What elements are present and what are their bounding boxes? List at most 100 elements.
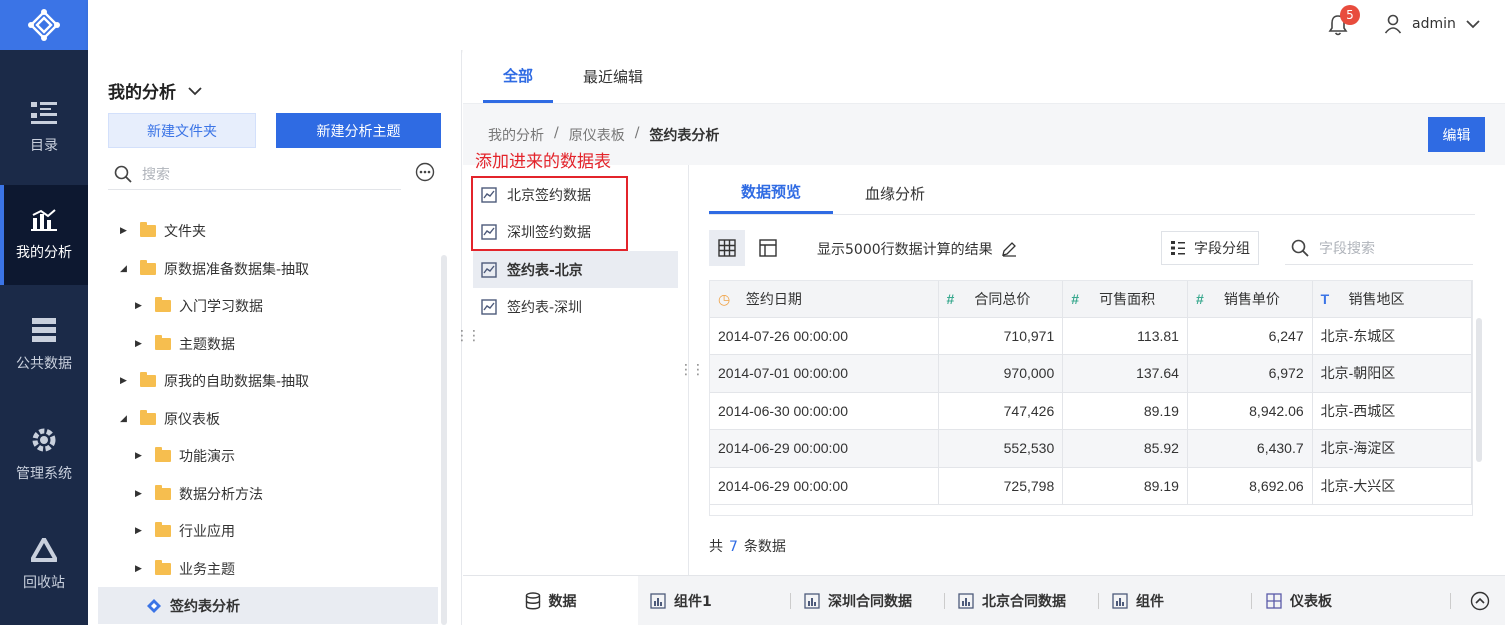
sheet-tabs: 数据 组件1 深圳合同数据 北京合同数据 组件 仪表板 <box>463 575 1505 625</box>
tree-item[interactable]: ▶ 行业应用 <box>135 512 235 549</box>
tree-item[interactable]: ▶ 入门学习数据 <box>135 287 263 324</box>
tab-shenzhen-contract[interactable]: 深圳合同数据 <box>804 576 912 625</box>
table-cell: 8,692.06 <box>1187 467 1313 505</box>
tab-dashboard[interactable]: 仪表板 <box>1266 576 1332 625</box>
caret-down-icon: ◢ <box>120 413 127 424</box>
column-header[interactable]: ◷ 签约日期 <box>710 281 939 318</box>
new-folder-button[interactable]: 新建文件夹 <box>108 113 256 148</box>
database-icon <box>32 318 56 342</box>
nav-item-my-analysis[interactable]: 我的分析 <box>0 185 88 285</box>
tab-label: 北京合同数据 <box>982 594 1066 610</box>
breadcrumb: 我的分析 / 原仪表板 / 签约表分析 <box>488 125 719 145</box>
gear-icon <box>32 428 56 452</box>
layout-view-button[interactable] <box>750 230 786 266</box>
tree-item[interactable]: ▶ 业务主题 <box>135 550 235 587</box>
grid-view-button[interactable] <box>709 230 745 266</box>
preview-info-text: 显示5000行数据计算的结果 <box>817 242 993 258</box>
column-header[interactable]: T 销售地区 <box>1312 281 1472 318</box>
table-cell: 北京-西城区 <box>1312 392 1472 430</box>
nav-label: 目录 <box>30 138 58 154</box>
side-nav: 目录 我的分析 公共数据 管理系统 回收站 <box>0 0 88 625</box>
row-count: 共 7 条数据 <box>709 536 786 556</box>
table-header-row: ◷ 签约日期 # 合同总价 # 可售面积 # 销售单价 T 销售地区 <box>710 281 1472 318</box>
field-group-button[interactable]: 字段分组 <box>1161 231 1259 265</box>
tree-item[interactable]: ▶ 主题数据 <box>135 325 235 362</box>
column-header[interactable]: # 可售面积 <box>1062 281 1188 318</box>
tab-label: 仪表板 <box>1290 594 1332 610</box>
tab-lineage[interactable]: 血缘分析 <box>833 172 957 214</box>
folder-icon <box>140 409 156 425</box>
tree-label: 原数据准备数据集-抽取 <box>164 261 310 278</box>
nav-item-public-data[interactable]: 公共数据 <box>0 295 88 395</box>
nav-label: 回收站 <box>23 575 65 591</box>
bar-chart-icon <box>804 593 820 609</box>
breadcrumb-item[interactable]: 原仪表板 <box>569 125 625 145</box>
tab-label: 组件 <box>1136 594 1164 610</box>
field-search-input[interactable]: 字段搜索 <box>1285 231 1473 265</box>
nav-item-recycle-bin[interactable]: 回收站 <box>0 515 88 615</box>
user-menu[interactable]: admin <box>1384 14 1480 34</box>
folder-icon <box>155 446 171 462</box>
table-cell: 北京-东城区 <box>1312 317 1472 355</box>
bar-chart-icon <box>958 593 974 609</box>
edit-button[interactable]: 编辑 <box>1428 117 1485 152</box>
tree-item[interactable]: ◢ 原仪表板 <box>120 400 220 437</box>
more-icon[interactable] <box>415 162 435 182</box>
table-cell: 2014-06-30 00:00:00 <box>710 392 939 430</box>
tab-recent[interactable]: 最近编辑 <box>563 50 663 103</box>
list-item-selected[interactable]: 签约表-北京 <box>473 251 678 288</box>
breadcrumb-item[interactable]: 我的分析 <box>488 125 544 145</box>
tree-label: 主题数据 <box>179 336 235 353</box>
app-logo[interactable] <box>0 0 88 50</box>
list-icon <box>31 102 57 124</box>
list-item[interactable]: 签约表-深圳 <box>473 288 678 325</box>
tree-item[interactable]: ▶ 功能演示 <box>135 437 235 474</box>
data-grid: ◷ 签约日期 # 合同总价 # 可售面积 # 销售单价 T 销售地区 2014-… <box>709 280 1473 516</box>
tab-data[interactable]: 数据 <box>463 576 638 625</box>
layout-icon <box>759 239 777 257</box>
tree-label: 原我的自助数据集-抽取 <box>164 373 310 390</box>
search-input[interactable]: 搜索 <box>108 158 401 190</box>
collapse-up-icon[interactable] <box>1470 591 1490 611</box>
tree-label: 业务主题 <box>179 561 235 578</box>
nav-item-catalog[interactable]: 目录 <box>0 78 88 178</box>
search-placeholder: 搜索 <box>142 166 170 183</box>
folder-icon <box>155 334 171 350</box>
tab-component[interactable]: 组件 <box>1112 576 1164 625</box>
column-header[interactable]: # 销售单价 <box>1187 281 1313 318</box>
tab-component-1[interactable]: 组件1 <box>650 576 712 625</box>
table-row: 2014-06-30 00:00:00 747,426 89.19 8,942.… <box>710 392 1472 430</box>
panel-title[interactable]: 我的分析 <box>108 78 202 103</box>
tab-all[interactable]: 全部 <box>483 50 554 103</box>
nav-item-admin[interactable]: 管理系统 <box>0 405 88 505</box>
drag-handle-icon[interactable]: ⋮⋮ <box>455 328 481 344</box>
column-header[interactable]: # 合同总价 <box>938 281 1064 318</box>
tree-item[interactable]: ▶ 数据分析方法 <box>135 475 263 512</box>
user-icon <box>1384 14 1402 34</box>
tree-label: 签约表分析 <box>170 598 240 615</box>
new-topic-button[interactable]: 新建分析主题 <box>276 113 441 148</box>
table-cell: 2014-06-29 00:00:00 <box>710 467 939 505</box>
edit-pencil-icon[interactable] <box>1001 241 1017 257</box>
caret-right-icon: ▶ <box>135 338 142 349</box>
caret-down-icon: ◢ <box>120 263 127 274</box>
table-cell: 85.92 <box>1062 429 1188 468</box>
tree-item[interactable]: ▶ 原我的自助数据集-抽取 <box>120 362 309 399</box>
tree-item-selected[interactable]: 签约表分析 <box>98 587 438 624</box>
tree-label: 文件夹 <box>164 223 206 240</box>
table-cell: 北京-朝阳区 <box>1312 354 1472 393</box>
tab-beijing-contract[interactable]: 北京合同数据 <box>958 576 1066 625</box>
scrollbar[interactable] <box>441 255 447 625</box>
drag-handle-icon[interactable]: ⋮⋮ <box>679 362 705 378</box>
database-icon <box>525 592 540 610</box>
column-label: 销售单价 <box>1223 290 1280 307</box>
field-group-icon <box>1171 241 1185 255</box>
list-label: 签约表-深圳 <box>507 299 583 316</box>
tab-data-preview[interactable]: 数据预览 <box>709 172 834 214</box>
scrollbar[interactable] <box>1476 318 1482 462</box>
tree-item[interactable]: ◢ 原数据准备数据集-抽取 <box>120 250 309 287</box>
table-cell: 6,247 <box>1187 317 1313 355</box>
divider <box>709 214 1475 215</box>
tree-item[interactable]: ▶ 文件夹 <box>120 212 206 249</box>
tree-label: 数据分析方法 <box>179 486 263 503</box>
